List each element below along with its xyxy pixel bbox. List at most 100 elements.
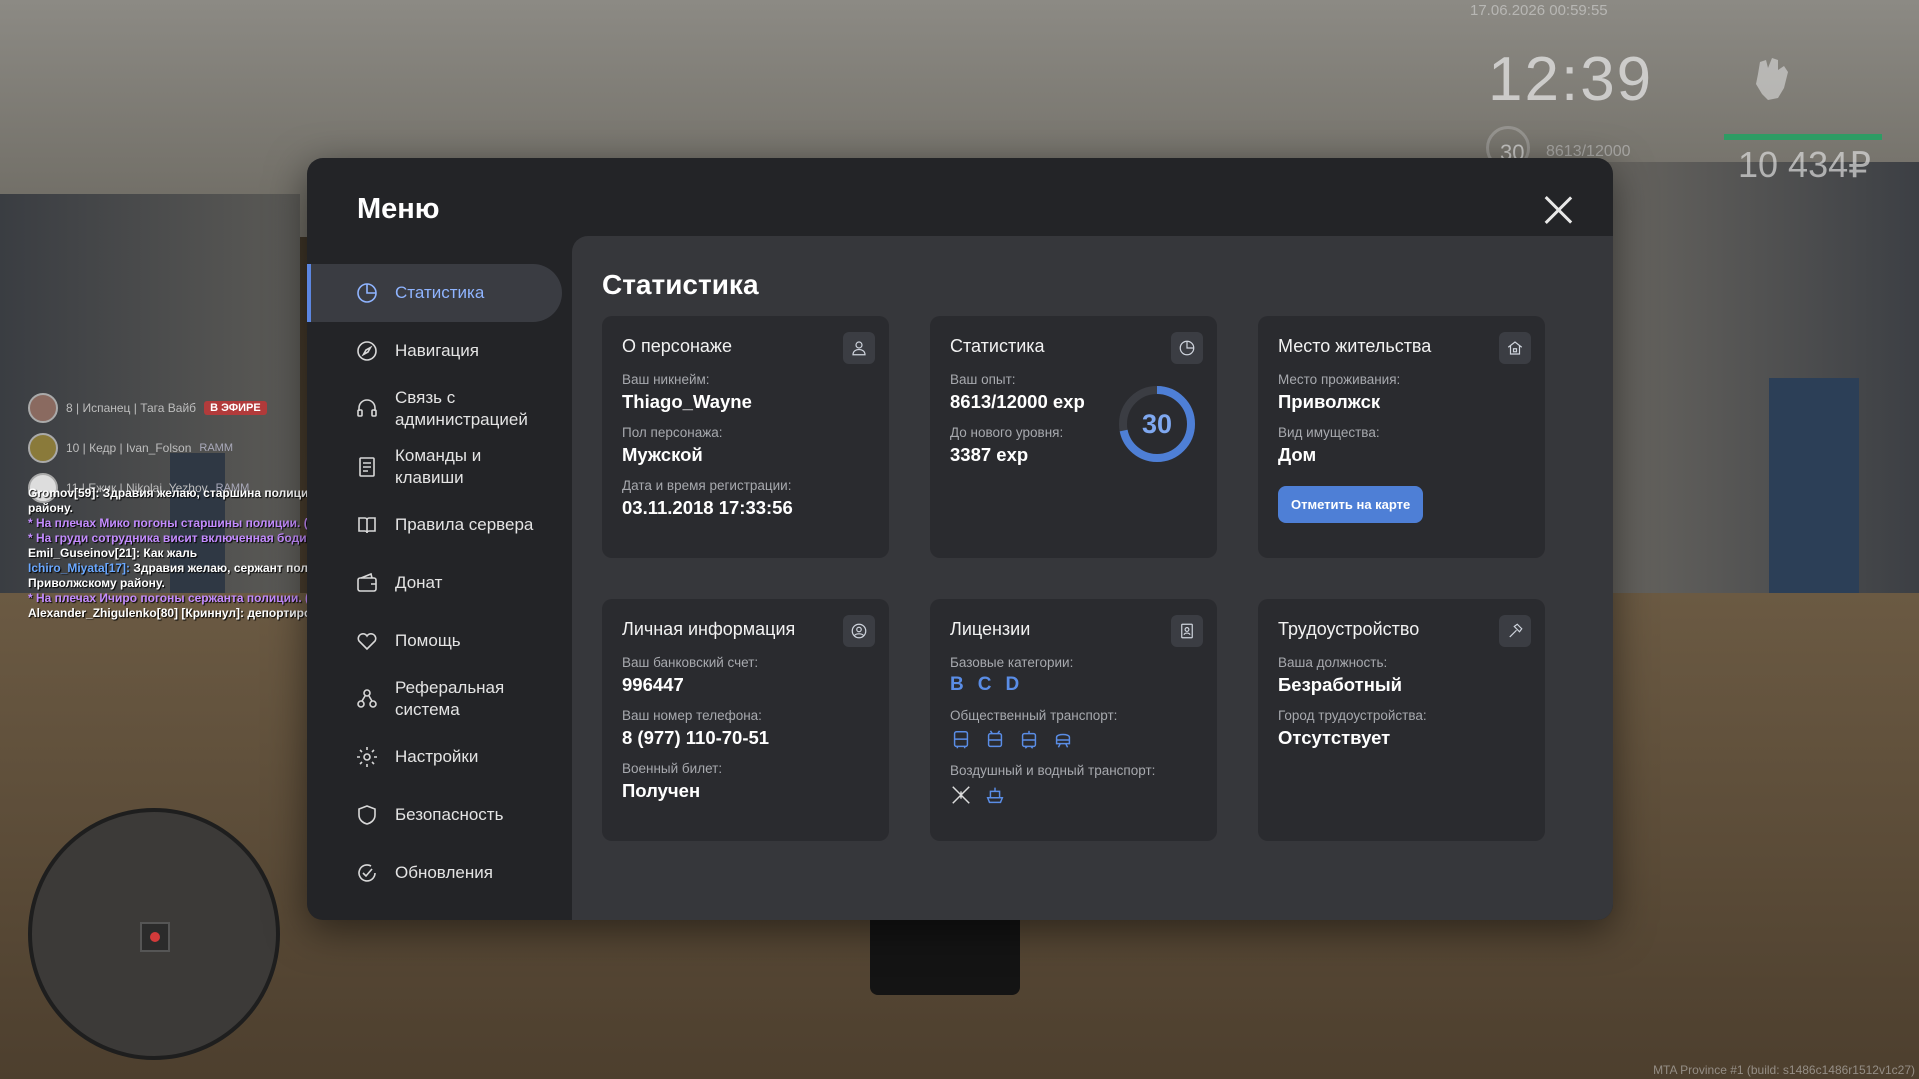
boat-icon (986, 787, 1004, 804)
id-card-icon (1171, 615, 1203, 647)
field-label: Дата и время регистрации: (622, 478, 792, 493)
card-personal-info: Личная информация Ваш банковский счет: 9… (602, 599, 889, 841)
field-label: Ваша должность: (1278, 655, 1388, 670)
mark-on-map-button[interactable]: Отметить на карте (1278, 486, 1424, 523)
level-ring: 30 (1117, 384, 1197, 464)
book-icon (355, 513, 379, 537)
sidebar: Статистика Навигация Связь с администрац… (307, 264, 572, 902)
chat-nick: Ichiro_Miyata[17]: (28, 561, 131, 575)
menu-title: Меню (357, 193, 440, 225)
pie-chart-icon (1171, 332, 1203, 364)
sidebar-item-updates[interactable]: Обновления (307, 844, 572, 902)
avatar (28, 393, 58, 423)
health-bar (1724, 134, 1882, 140)
sidebar-item-label: Обновления (395, 863, 493, 882)
field-label: Ваш банковский счет: (622, 655, 759, 670)
residence-value: Приволжск (1278, 391, 1381, 412)
wallet-icon (355, 571, 379, 595)
sidebar-item-label: Донат (395, 573, 443, 592)
license-category: B (950, 674, 964, 695)
sidebar-item-label: Правила сервера (395, 515, 534, 534)
pie-chart-icon (355, 281, 379, 305)
field-label: Военный билет: (622, 761, 723, 776)
card-title: Место жительства (1278, 336, 1432, 356)
minimap[interactable] (28, 808, 280, 1060)
card-statistics: Статистика Ваш опыт: 8613/12000 exp До н… (930, 316, 1217, 558)
content-panel: Статистика О персонаже Ваш никнейм: Thia… (572, 236, 1613, 920)
voice-row: 10 | Кедр | Ivan_Folson RAMM (28, 428, 267, 468)
military-id-value: Получен (622, 780, 701, 801)
voice-row: 8 | Испанец | Тага Вайб В ЭФИРЕ (28, 388, 267, 428)
trolleybus-icon (987, 730, 1003, 748)
sidebar-item-security[interactable]: Безопасность (307, 786, 572, 844)
home-icon (1499, 332, 1531, 364)
train-icon (1055, 733, 1071, 748)
sidebar-item-label: Команды и клавиши (395, 446, 482, 487)
job-city-value: Отсутствует (1278, 727, 1391, 748)
card-employment: Трудоустройство Ваша должность: Безработ… (1258, 599, 1545, 841)
field-label: Общественный транспорт: (950, 708, 1118, 723)
field-label: Пол персонажа: (622, 425, 723, 440)
sidebar-item-referral[interactable]: Реферальная система (307, 670, 572, 728)
sidebar-item-label: Помощь (395, 631, 461, 650)
card-licenses: Лицензии Базовые категории: B C D Общест… (930, 599, 1217, 841)
hud-money: 10 434₽ (1738, 144, 1872, 185)
field-label: Воздушный и водный транспорт: (950, 763, 1156, 778)
menu-window: Меню Статистика Навигация Связь с админи… (307, 158, 1613, 920)
license-category: D (1005, 674, 1020, 695)
close-icon[interactable] (1543, 194, 1573, 224)
bank-account-value: 996447 (622, 674, 684, 695)
job-position-value: Безработный (1278, 674, 1403, 695)
sidebar-item-rules[interactable]: Правила сервера (307, 496, 572, 554)
sidebar-item-admin-contact[interactable]: Связь с администрацией (307, 380, 572, 438)
sidebar-item-label: Настройки (395, 747, 479, 766)
sidebar-item-label: Навигация (395, 341, 479, 360)
fist-icon (1756, 58, 1788, 100)
tram-icon (1021, 730, 1037, 749)
field-label: Ваш номер телефона: (622, 708, 762, 723)
card-title: Личная информация (622, 619, 796, 639)
license-category: C (977, 674, 992, 695)
air-water-licenses (950, 784, 1197, 806)
user-icon (843, 332, 875, 364)
plane-icon (952, 786, 970, 804)
sidebar-item-settings[interactable]: Настройки (307, 728, 572, 786)
license-categories: B C D (950, 674, 1197, 696)
sidebar-item-label: Безопасность (395, 805, 504, 824)
sidebar-item-statistics[interactable]: Статистика (307, 264, 562, 322)
hud-clock: 12:39 (1488, 45, 1654, 114)
card-title: Трудоустройство (1278, 619, 1420, 639)
shield-icon (355, 803, 379, 827)
card-title: Статистика (950, 336, 1045, 356)
gender-value: Мужской (622, 444, 703, 465)
sidebar-item-label: Реферальная система (395, 678, 505, 719)
public-transport-licenses (950, 729, 1197, 751)
field-label: Базовые категории: (950, 655, 1074, 670)
avatar (28, 433, 58, 463)
nickname-value: Thiago_Wayne (622, 391, 752, 412)
people-icon (355, 687, 379, 711)
document-icon (355, 455, 379, 479)
sidebar-item-label: Статистика (395, 283, 485, 302)
sidebar-item-navigation[interactable]: Навигация (307, 322, 572, 380)
hud-datetime: 17.06.2026 00:59:55 (1470, 2, 1608, 19)
compass-icon (355, 339, 379, 363)
sidebar-item-label: Связь с администрацией (395, 388, 528, 429)
gear-icon (355, 745, 379, 769)
build-info: MTA Province #1 (build: s1486c1486r1512v… (1653, 1063, 1915, 1077)
refresh-check-icon (355, 861, 379, 885)
sidebar-item-donate[interactable]: Донат (307, 554, 572, 612)
heart-hand-icon (355, 629, 379, 653)
profile-circle-icon (843, 615, 875, 647)
property-value: Дом (1278, 444, 1317, 465)
sidebar-item-commands[interactable]: Команды и клавиши (307, 438, 572, 496)
field-label: Вид имущества: (1278, 425, 1380, 440)
headset-icon (355, 397, 379, 421)
hammer-icon (1499, 615, 1531, 647)
field-label: Место проживания: (1278, 372, 1401, 387)
card-title: О персонаже (622, 336, 732, 356)
field-label: Ваш никнейм: (622, 372, 710, 387)
page-title: Статистика (602, 269, 759, 300)
player-marker-icon (140, 922, 170, 952)
sidebar-item-help[interactable]: Помощь (307, 612, 572, 670)
